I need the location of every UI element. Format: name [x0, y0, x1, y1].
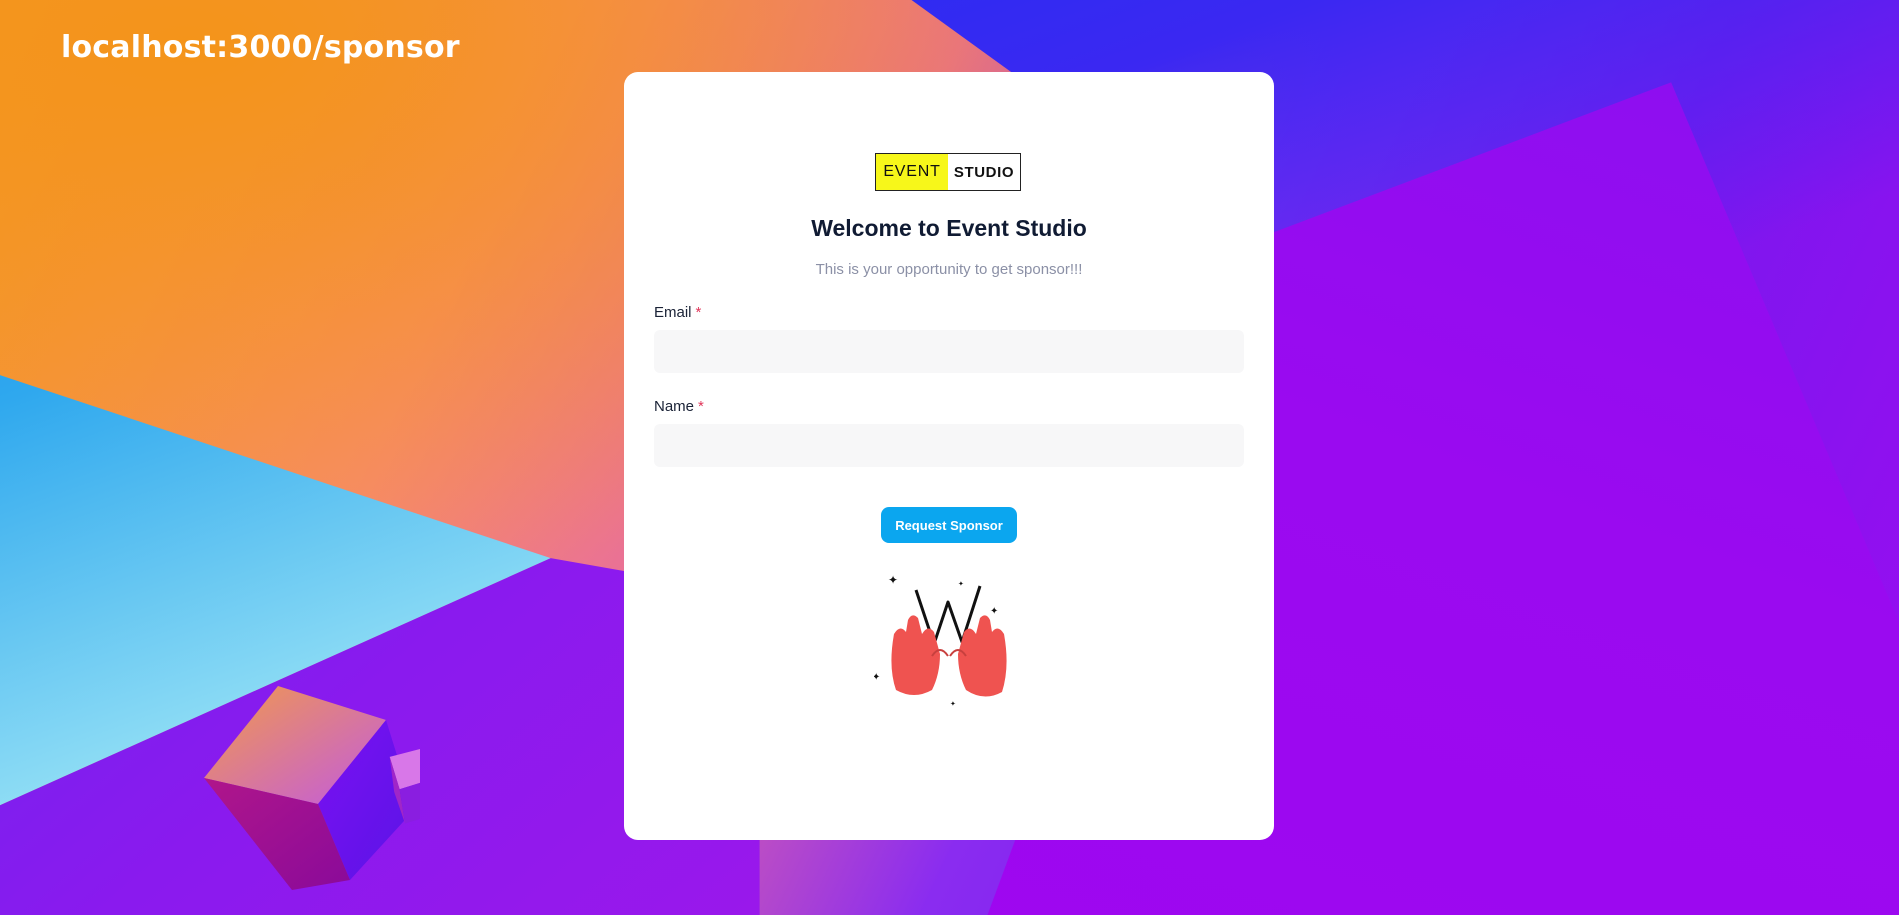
page-subtitle: This is your opportunity to get sponsor!… [815, 261, 1083, 278]
url-label: localhost:3000/sponsor [61, 30, 460, 65]
svg-text:✦: ✦ [874, 672, 880, 683]
page-title: Welcome to Event Studio [811, 215, 1087, 241]
svg-text:✦: ✦ [888, 573, 898, 587]
required-asterisk: * [698, 398, 704, 415]
event-studio-logo: EVENT STUDIO [875, 153, 1021, 191]
sponsor-card: EVENT STUDIO Welcome to Event Studio Thi… [624, 72, 1274, 840]
name-field[interactable] [654, 424, 1244, 467]
svg-text:✦: ✦ [958, 580, 964, 588]
logo-studio-text: STUDIO [953, 163, 1015, 181]
required-asterisk: * [695, 304, 702, 321]
name-label: Name * [654, 398, 704, 415]
cube-decoration [204, 686, 420, 890]
request-sponsor-button[interactable]: Request Sponsor [881, 507, 1017, 543]
svg-text:✦: ✦ [990, 606, 998, 617]
email-label-text: Email [654, 304, 692, 321]
svg-text:✦: ✦ [950, 700, 956, 708]
name-label-text: Name [654, 398, 695, 415]
crossed-fingers-icon: ✦ ✦ ✦ ✦ ✦ [874, 573, 1007, 708]
logo-event-text: EVENT [876, 154, 948, 190]
email-field[interactable] [654, 330, 1244, 373]
email-label: Email * [654, 304, 701, 321]
